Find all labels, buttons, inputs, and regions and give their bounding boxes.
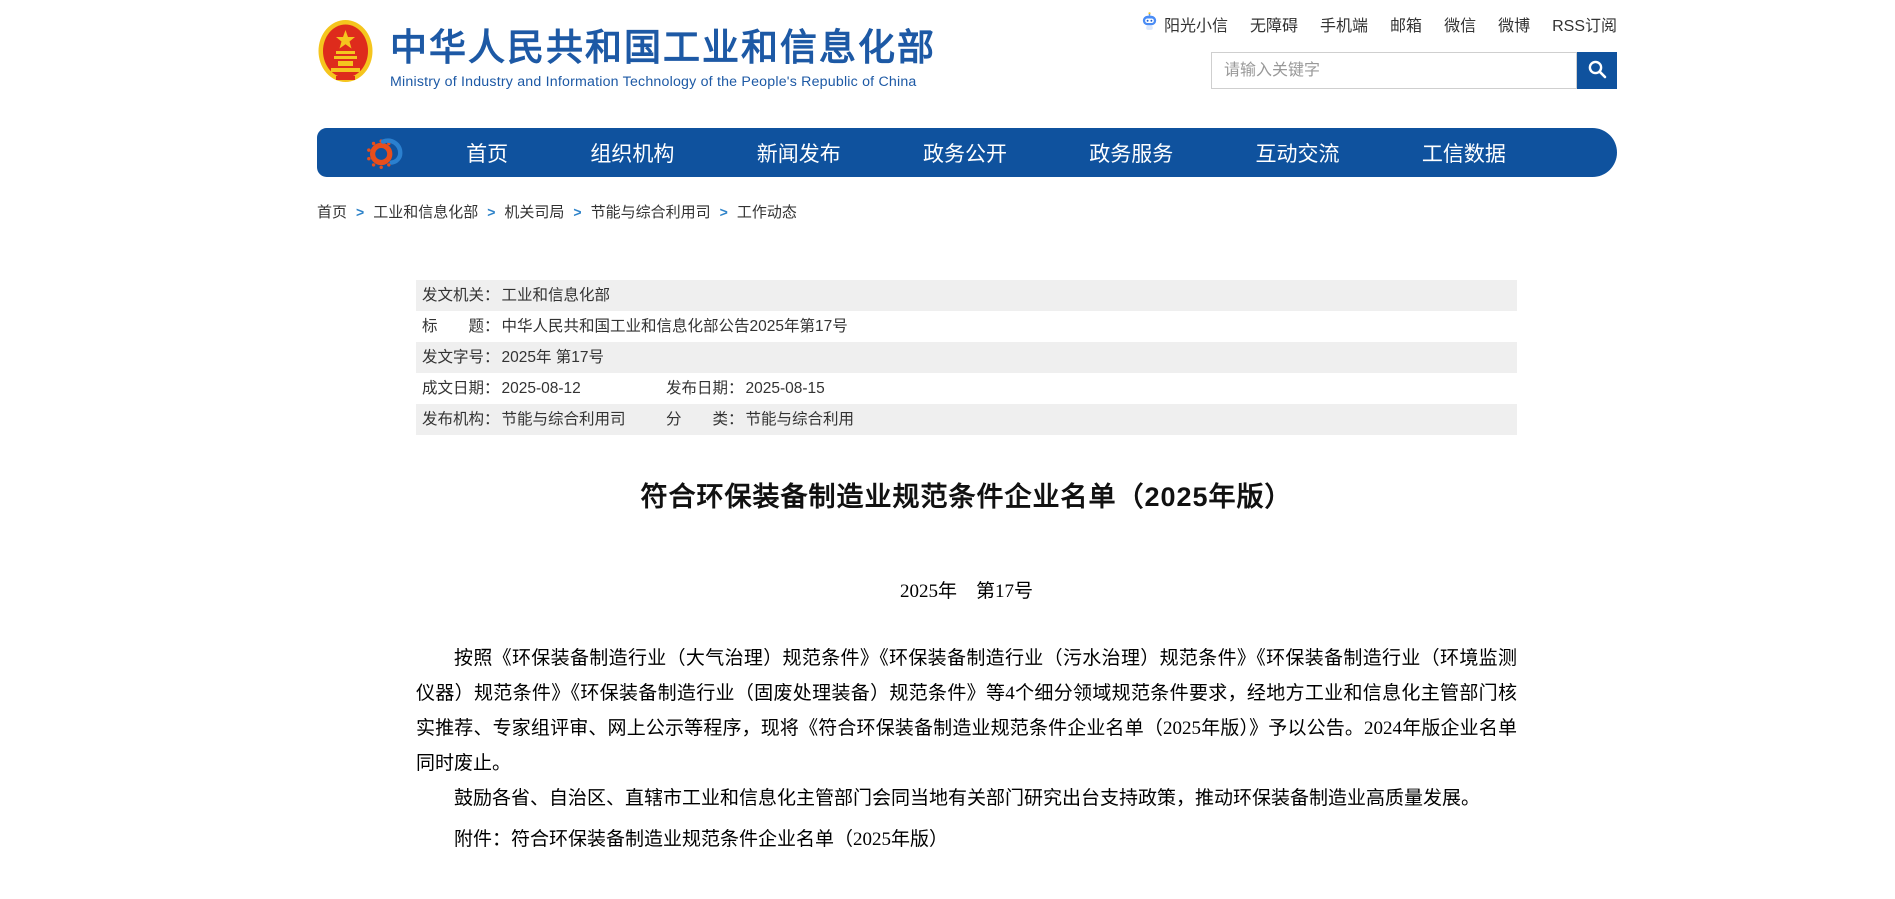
breadcrumb-separator: > xyxy=(356,204,364,220)
breadcrumb-work-updates[interactable]: 工作动态 xyxy=(737,201,797,222)
quick-link-weibo[interactable]: 微博 xyxy=(1498,12,1530,36)
site-subtitle: Ministry of Industry and Information Tec… xyxy=(390,74,936,90)
meta-row-issuing-agency: 发文机关：工业和信息化部 xyxy=(416,280,1517,311)
announcement-number: 2025年 第17号 xyxy=(416,576,1517,603)
national-emblem-logo xyxy=(317,18,374,89)
breadcrumb-miit[interactable]: 工业和信息化部 xyxy=(373,201,478,222)
article-paragraph: 按照《环保装备制造行业（大气治理）规范条件》《环保装备制造行业（污水治理）规范条… xyxy=(416,641,1517,781)
meta-row-publisher-category: 发布机构：节能与综合利用司 分 类：节能与综合利用 xyxy=(416,404,1517,435)
breadcrumb-home[interactable]: 首页 xyxy=(317,201,347,222)
meta-row-title: 标 题：中华人民共和国工业和信息化部公告2025年第17号 xyxy=(416,311,1517,342)
article-body: 按照《环保装备制造行业（大气治理）规范条件》《环保装备制造行业（污水治理）规范条… xyxy=(416,641,1517,816)
nav-item-gov-services[interactable]: 政务服务 xyxy=(1089,138,1173,168)
quick-link-rss[interactable]: RSS订阅 xyxy=(1552,12,1617,36)
quick-link-mail[interactable]: 邮箱 xyxy=(1390,12,1422,36)
quick-link-sunshine-bot[interactable]: 阳光小信 xyxy=(1140,12,1228,36)
site-brand: 中华人民共和国工业和信息化部 Ministry of Industry and … xyxy=(317,18,936,90)
robot-icon xyxy=(1140,12,1159,36)
quick-link-label: 阳光小信 xyxy=(1164,12,1228,36)
main-nav: 首页 组织机构 新闻发布 政务公开 政务服务 互动交流 工信数据 xyxy=(317,128,1617,177)
breadcrumb: 首页 > 工业和信息化部 > 机关司局 > 节能与综合利用司 > 工作动态 xyxy=(317,201,797,222)
article-paragraph: 鼓励各省、自治区、直辖市工业和信息化主管部门会同当地有关部门研究出台支持政策，推… xyxy=(416,781,1517,816)
quick-link-wechat[interactable]: 微信 xyxy=(1444,12,1476,36)
site-title: 中华人民共和国工业和信息化部 xyxy=(390,28,936,69)
search-icon xyxy=(1586,58,1608,83)
search-button[interactable] xyxy=(1577,52,1617,89)
nav-item-news[interactable]: 新闻发布 xyxy=(757,138,841,168)
breadcrumb-energy-dept[interactable]: 节能与综合利用司 xyxy=(591,201,711,222)
article-title: 符合环保装备制造业规范条件企业名单（2025年版） xyxy=(416,475,1517,514)
nav-item-interaction[interactable]: 互动交流 xyxy=(1256,138,1340,168)
nav-item-home[interactable]: 首页 xyxy=(466,138,508,168)
breadcrumb-separator: > xyxy=(573,204,581,220)
breadcrumb-separator: > xyxy=(487,204,495,220)
breadcrumb-separator: > xyxy=(720,204,728,220)
attachment-link[interactable]: 附件：符合环保装备制造业规范条件企业名单（2025年版） xyxy=(416,822,1517,857)
meta-row-doc-number: 发文字号：2025年 第17号 xyxy=(416,342,1517,373)
nav-items: 首页 组织机构 新闻发布 政务公开 政务服务 互动交流 工信数据 xyxy=(425,138,1547,168)
quick-link-mobile[interactable]: 手机端 xyxy=(1320,12,1368,36)
nav-item-miit-data[interactable]: 工信数据 xyxy=(1422,138,1506,168)
document-area: 发文机关：工业和信息化部 标 题：中华人民共和国工业和信息化部公告2025年第1… xyxy=(416,280,1517,899)
meta-row-dates: 成文日期：2025-08-12 发布日期：2025-08-15 xyxy=(416,373,1517,404)
site-search xyxy=(1211,52,1617,89)
search-input[interactable] xyxy=(1211,52,1577,89)
quick-link-accessibility[interactable]: 无障碍 xyxy=(1250,12,1298,36)
nav-item-organization[interactable]: 组织机构 xyxy=(590,138,674,168)
miit-swirl-icon xyxy=(365,133,405,173)
nav-item-gov-disclosure[interactable]: 政务公开 xyxy=(923,138,1007,168)
breadcrumb-departments[interactable]: 机关司局 xyxy=(504,201,564,222)
